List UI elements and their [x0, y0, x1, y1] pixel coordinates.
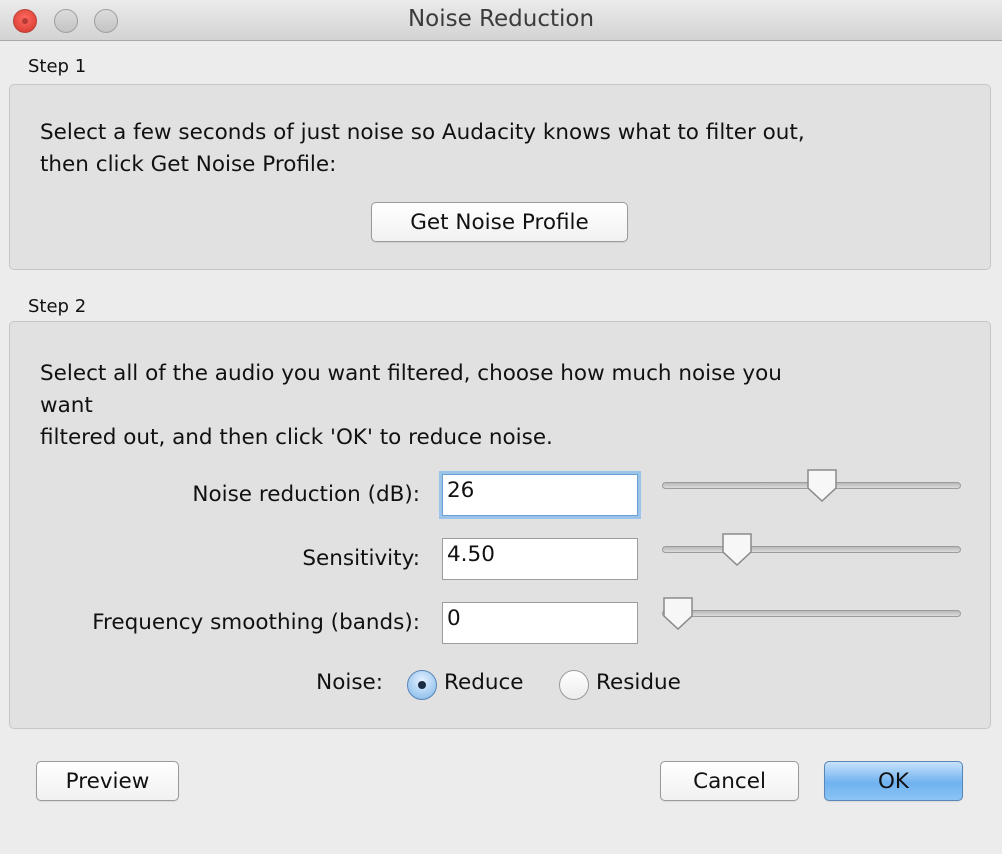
residue-radio-label[interactable]: Residue	[596, 670, 681, 695]
slider-thumb-icon[interactable]	[721, 532, 753, 566]
window-title: Noise Reduction	[407, 6, 595, 32]
noise-reduction-label: Noise reduction (dB):	[192, 482, 420, 507]
sensitivity-label: Sensitivity:	[302, 546, 420, 571]
noise-reduction-slider[interactable]	[662, 468, 961, 504]
noise-reduction-field[interactable]: 26	[442, 474, 638, 516]
slider-thumb-icon[interactable]	[806, 468, 838, 502]
cancel-button[interactable]: Cancel	[660, 761, 799, 801]
frequency-smoothing-label: Frequency smoothing (bands):	[92, 610, 420, 635]
step2-instruction-line2: want	[40, 393, 93, 418]
slider-thumb-icon[interactable]	[662, 596, 694, 630]
slider-track	[662, 610, 961, 617]
step1-label: Step 1	[28, 56, 87, 77]
sensitivity-slider[interactable]	[662, 532, 961, 568]
step1-instruction-line2: then click Get Noise Profile:	[40, 152, 337, 177]
step2-group: Select all of the audio you want filtere…	[9, 321, 991, 729]
step2-label: Step 2	[28, 296, 87, 317]
step2-instruction-line1: Select all of the audio you want filtere…	[40, 361, 782, 386]
ok-button[interactable]: OK	[824, 761, 963, 801]
preview-button[interactable]: Preview	[36, 761, 179, 801]
get-noise-profile-button[interactable]: Get Noise Profile	[371, 202, 628, 242]
sensitivity-field[interactable]: 4.50	[442, 538, 638, 580]
reduce-radio[interactable]	[407, 670, 437, 700]
step1-instruction-line1: Select a few seconds of just noise so Au…	[40, 120, 805, 145]
step2-instruction-line3: filtered out, and then click 'OK' to red…	[40, 425, 553, 450]
reduce-radio-label[interactable]: Reduce	[444, 670, 524, 695]
frequency-smoothing-slider[interactable]	[662, 596, 961, 632]
noise-label: Noise:	[316, 670, 383, 695]
step1-group: Select a few seconds of just noise so Au…	[9, 84, 991, 270]
frequency-smoothing-field[interactable]: 0	[442, 602, 638, 644]
residue-radio[interactable]	[559, 670, 589, 700]
title-bar: Noise Reduction	[0, 0, 1002, 41]
slider-track	[662, 546, 961, 553]
